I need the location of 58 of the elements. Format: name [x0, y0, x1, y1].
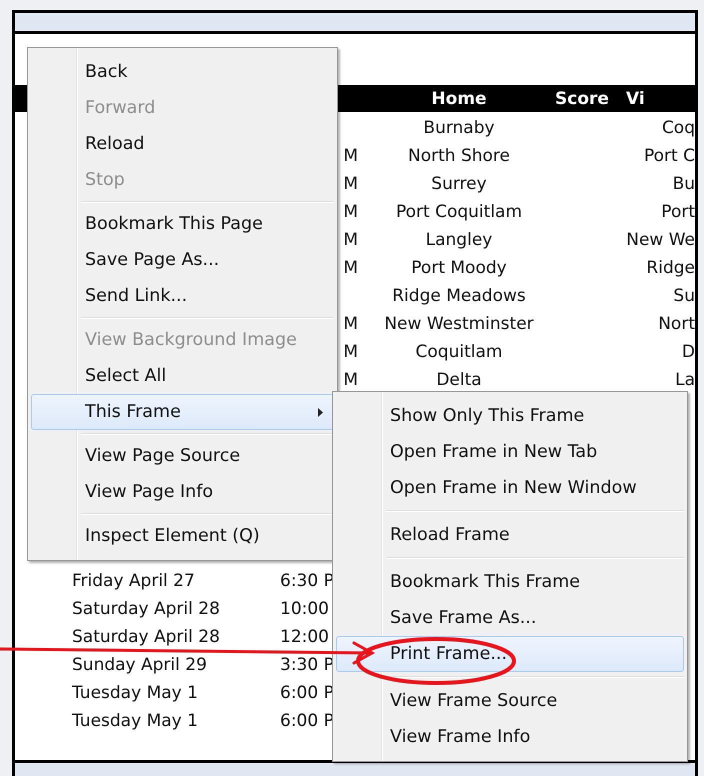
- table-cell-text: D: [680, 342, 695, 362]
- table-cell-text: 12:00: [280, 627, 330, 647]
- table-cell-text: North Shore: [407, 146, 511, 166]
- table-cell-text: Ridge Meadows: [391, 286, 527, 306]
- table-cell-text: Friday April 27: [72, 571, 196, 591]
- table-cell-text: Nort: [657, 314, 695, 334]
- table-cell-text: M: [342, 370, 359, 390]
- table-cell-text: Su: [672, 286, 695, 306]
- menu-item[interactable]: View Frame Source: [336, 683, 684, 719]
- menu-item[interactable]: Select All: [31, 358, 334, 394]
- table-cell-text: Delta: [435, 370, 483, 390]
- menu-item[interactable]: Back: [31, 54, 334, 90]
- table-cell-text: Saturday April 28: [72, 599, 221, 619]
- menu-item[interactable]: View Page Info: [31, 474, 334, 510]
- table-cell-text: Coquitlam: [414, 342, 504, 362]
- table-cell-text: 10:00: [280, 599, 330, 619]
- table-cell-text: La: [674, 370, 695, 390]
- table-cell: New We: [626, 230, 695, 250]
- menu-item[interactable]: Print Frame...: [336, 636, 684, 672]
- menu-item[interactable]: Reload Frame: [336, 517, 684, 553]
- menu-item[interactable]: View Page Source: [31, 438, 334, 474]
- menu-item[interactable]: View Frame Info: [336, 719, 684, 755]
- menu-item[interactable]: Bookmark This Page: [31, 206, 334, 242]
- table-cell-text: Sunday April 29: [72, 655, 208, 675]
- table-cell-text: Surrey: [430, 174, 488, 194]
- menu-item[interactable]: Inspect Element (Q): [31, 518, 334, 554]
- menu-item[interactable]: Send Link...: [31, 278, 334, 314]
- menu-item[interactable]: Reload: [31, 126, 334, 162]
- table-cell-text: M: [342, 230, 359, 250]
- table-cell-text: Burnaby: [422, 118, 496, 138]
- table-cell-text: M: [342, 314, 359, 334]
- table-cell-text: Ridge: [645, 258, 695, 278]
- table-cell-text: Bu: [672, 174, 695, 194]
- column-header: Score: [554, 88, 610, 108]
- table-cell-text: Port Coquitlam: [394, 202, 524, 222]
- table-cell-text: Langley: [424, 230, 494, 250]
- table-cell-text: Tuesday May 1: [72, 683, 199, 703]
- menu-item[interactable]: Open Frame in New Tab: [336, 434, 684, 470]
- table-cell-text: Port C: [643, 146, 695, 166]
- table-cell-text: M: [342, 202, 359, 222]
- menu-item[interactable]: Save Frame As...: [336, 600, 684, 636]
- table-cell-text: M: [342, 146, 359, 166]
- table-cell-text: Port Moody: [410, 258, 508, 278]
- menu-item[interactable]: Open Frame in New Window: [336, 470, 684, 506]
- table-cell-text: M: [342, 342, 359, 362]
- column-header: Vi: [626, 88, 646, 108]
- table-cell-text: New Westminster: [383, 314, 535, 334]
- table-cell-text: Port: [660, 202, 695, 222]
- table-cell-text: Tuesday May 1: [72, 711, 199, 731]
- table-cell-text: M: [342, 174, 359, 194]
- menu-item[interactable]: This Frame: [31, 394, 334, 430]
- table-cell-text: Saturday April 28: [72, 627, 221, 647]
- table-cell-text: Coq: [660, 118, 695, 138]
- menu-item[interactable]: Show Only This Frame: [336, 398, 684, 434]
- menu-item[interactable]: Save Page As...: [31, 242, 334, 278]
- menu-item[interactable]: Bookmark This Frame: [336, 564, 684, 600]
- table-cell-text: M: [342, 258, 359, 278]
- column-header: Home: [430, 88, 488, 108]
